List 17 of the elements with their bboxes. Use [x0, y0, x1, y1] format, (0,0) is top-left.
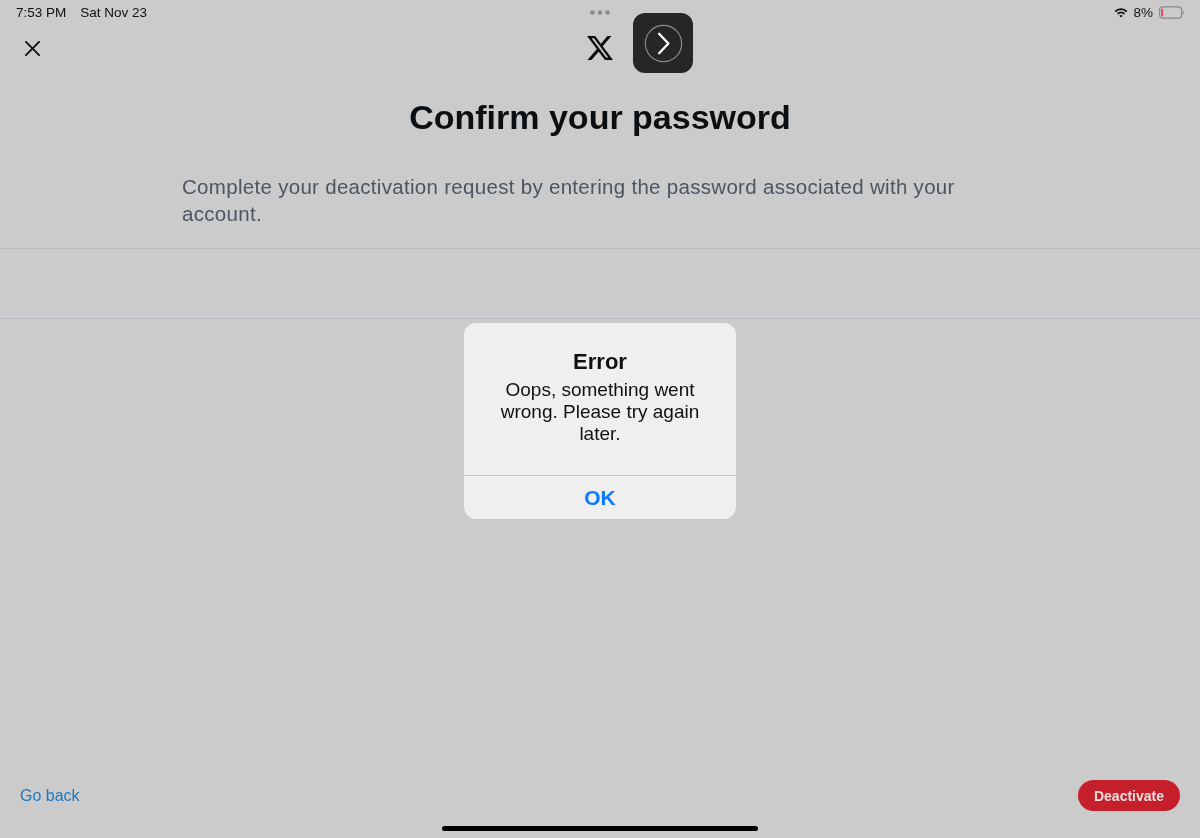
close-icon[interactable]	[25, 41, 40, 56]
more-dots-icon[interactable]	[590, 9, 610, 15]
ok-button[interactable]: OK	[464, 475, 736, 519]
dialog-title: Error	[572, 348, 628, 376]
go-back-link[interactable]: Go back	[20, 786, 80, 805]
circle-chevron-icon	[643, 23, 683, 63]
battery-icon	[1159, 5, 1184, 19]
deactivate-button[interactable]: Deactivate	[1077, 780, 1180, 811]
page-description: Complete your deactivation request by entering the password associated with your account.	[182, 174, 956, 227]
wifi-icon	[1114, 6, 1129, 18]
dialog-message: Oops, something went wrong. Please try again later.	[499, 379, 701, 445]
chevron-button[interactable]	[633, 13, 693, 73]
battery-percent: 8%	[1133, 4, 1153, 20]
page-title: Confirm your password	[408, 97, 792, 137]
status-date: Sat Nov 23	[80, 4, 148, 20]
status-time: 7:53 PM	[16, 4, 67, 20]
logo-icon	[587, 36, 613, 60]
